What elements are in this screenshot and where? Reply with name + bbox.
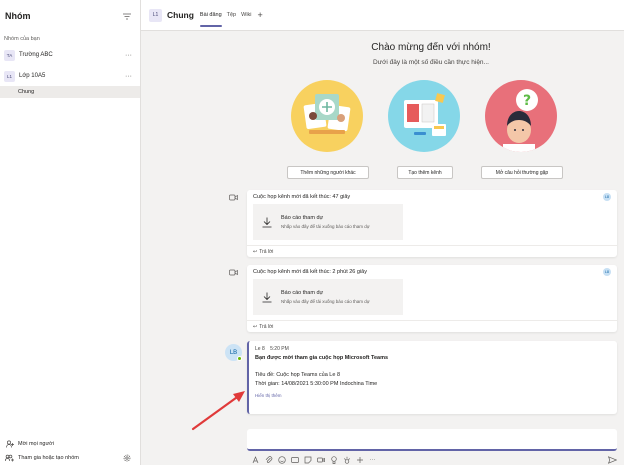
video-camera-icon bbox=[229, 269, 238, 276]
invite-people-button[interactable]: Mời mọi người bbox=[0, 437, 140, 451]
card-subtitle: Nhấp vào đây để tải xuống báo cáo tham d… bbox=[281, 224, 370, 229]
filter-icon[interactable] bbox=[122, 11, 132, 21]
tab-files[interactable]: Tệp bbox=[227, 0, 236, 31]
team-item-lop-10a5[interactable]: L1 Lớp 10A5 ··· bbox=[0, 68, 140, 84]
your-teams-label: Nhóm của bạn bbox=[4, 36, 40, 42]
meeting-post-2: Cuộc họp kênh mới đã kết thúc: 2 phút 26… bbox=[247, 265, 617, 332]
faq-illustration: ? bbox=[485, 80, 557, 152]
more-options-icon[interactable]: ··· bbox=[125, 73, 132, 80]
team-avatar: L1 bbox=[4, 70, 15, 82]
welcome-subtitle: Dưới đây là một số điều cần thực hiện... bbox=[373, 59, 489, 66]
team-name: Trường ABC bbox=[19, 52, 53, 58]
channel-header: L1 Chung Bài đăng Tệp Wiki + bbox=[141, 0, 624, 31]
compose-box[interactable] bbox=[247, 429, 617, 451]
open-faq-button[interactable]: Mở câu hỏi thường gặp bbox=[481, 166, 563, 179]
add-people-button[interactable]: Thêm những người khác bbox=[287, 166, 369, 179]
apps-icon[interactable] bbox=[355, 456, 364, 464]
praise-icon[interactable] bbox=[329, 455, 338, 464]
teams-sidebar: Nhóm Nhóm của bạn TA Trường ABC ··· L1 L… bbox=[0, 0, 141, 465]
add-people-illustration bbox=[291, 80, 363, 152]
channel-item-chung[interactable]: Chung bbox=[0, 86, 140, 98]
emoji-icon[interactable] bbox=[277, 455, 286, 464]
author-name: Le 8 bbox=[255, 346, 265, 352]
meeting-ended-text: Cuộc họp kênh mới đã kết thúc: 47 giây bbox=[253, 194, 351, 200]
video-camera-icon bbox=[229, 194, 238, 201]
meeting-time: Thời gian: 14/08/2021 5:30:00 PM Indochi… bbox=[255, 381, 378, 387]
invite-title: Bạn được mời tham gia cuộc họp Microsoft… bbox=[255, 355, 389, 361]
participant-avatar: L8 bbox=[603, 193, 611, 201]
card-title: Báo cáo tham dự bbox=[281, 290, 324, 296]
invite-people-label: Mời mọi người bbox=[18, 441, 54, 447]
reply-label: Trả lời bbox=[259, 323, 274, 330]
post-header: Cuộc họp kênh mới đã kết thúc: 2 phút 26… bbox=[247, 265, 617, 279]
meeting-invite-post: Le 8 5:20 PM Bạn được mời tham gia cuộc … bbox=[247, 341, 617, 414]
team-avatar: TA bbox=[4, 49, 15, 61]
tab-wiki[interactable]: Wiki bbox=[241, 0, 251, 31]
post-header: Cuộc họp kênh mới đã kết thúc: 47 giây L… bbox=[247, 190, 617, 204]
add-person-icon bbox=[5, 440, 14, 449]
join-create-team-button[interactable]: Tham gia hoặc tạo nhóm bbox=[0, 451, 140, 465]
stream-icon[interactable] bbox=[342, 456, 351, 464]
more-options-icon[interactable]: ··· bbox=[125, 52, 132, 59]
send-icon[interactable] bbox=[608, 455, 617, 464]
attendance-report-card[interactable]: Báo cáo tham dự Nhấp vào đây để tải xuốn… bbox=[253, 279, 403, 315]
show-more-link[interactable]: Hiển thị thêm bbox=[249, 389, 617, 398]
post-time: 5:20 PM bbox=[270, 346, 289, 352]
gif-icon[interactable] bbox=[290, 456, 299, 464]
reply-button[interactable]: ↩ Trả lời bbox=[247, 245, 617, 257]
create-channel-illustration bbox=[388, 80, 460, 152]
gear-icon[interactable] bbox=[122, 454, 131, 463]
tab-posts[interactable]: Bài đăng bbox=[199, 0, 222, 31]
more-icon[interactable]: ··· bbox=[368, 456, 377, 464]
attendance-report-card[interactable]: Báo cáo tham dự Nhấp vào đây để tải xuốn… bbox=[253, 204, 403, 240]
reply-icon: ↩ bbox=[253, 248, 258, 255]
svg-text:?: ? bbox=[523, 93, 531, 109]
sidebar-header: Nhóm bbox=[0, 0, 140, 32]
team-avatar: L1 bbox=[149, 8, 162, 22]
download-icon bbox=[253, 292, 281, 303]
team-name: Lớp 10A5 bbox=[19, 73, 46, 79]
meet-now-icon[interactable] bbox=[316, 456, 325, 464]
attach-icon[interactable] bbox=[264, 455, 273, 464]
format-icon[interactable] bbox=[251, 455, 260, 464]
reply-icon: ↩ bbox=[253, 323, 258, 330]
people-add-icon bbox=[5, 454, 14, 463]
add-tab-button[interactable]: + bbox=[258, 10, 263, 20]
sidebar-title: Nhóm bbox=[5, 11, 31, 21]
team-item-truong-abc[interactable]: TA Trường ABC ··· bbox=[0, 47, 140, 63]
card-subtitle: Nhấp vào đây để tải xuống báo cáo tham d… bbox=[281, 299, 370, 304]
welcome-title: Chào mừng đến với nhóm! bbox=[371, 42, 491, 53]
compose-toolbar: ··· bbox=[251, 455, 617, 464]
reply-button[interactable]: ↩ Trả lời bbox=[247, 320, 617, 332]
create-channel-button[interactable]: Tạo thêm kênh bbox=[397, 166, 453, 179]
sticker-icon[interactable] bbox=[303, 456, 312, 464]
channel-title: Chung bbox=[167, 10, 194, 20]
card-title: Báo cáo tham dự bbox=[281, 215, 324, 221]
reply-label: Trả lời bbox=[259, 248, 274, 255]
presence-status-icon bbox=[237, 356, 242, 361]
participant-avatar: L8 bbox=[603, 268, 611, 276]
meeting-subject: Tiêu đề: Cuộc họp Teams của Le 8 bbox=[255, 372, 340, 378]
join-create-team-label: Tham gia hoặc tạo nhóm bbox=[18, 455, 79, 461]
post-meta: Le 8 5:20 PM bbox=[249, 341, 617, 352]
meeting-ended-text: Cuộc họp kênh mới đã kết thúc: 2 phút 26… bbox=[253, 269, 367, 275]
sidebar-bottom: Mời mọi người Tham gia hoặc tạo nhóm bbox=[0, 437, 140, 465]
meeting-post-1: Cuộc họp kênh mới đã kết thúc: 47 giây L… bbox=[247, 190, 617, 257]
download-icon bbox=[253, 217, 281, 228]
